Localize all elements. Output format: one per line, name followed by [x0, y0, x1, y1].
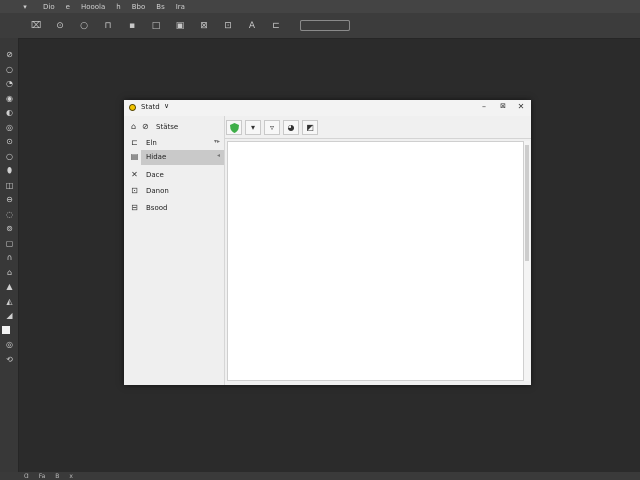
- brush-preset-icon[interactable]: ⌧: [30, 20, 42, 32]
- brush-icon[interactable]: ⊙: [0, 135, 19, 150]
- nav-item-selected[interactable]: ▤ Hidae ◂: [124, 150, 224, 165]
- workspace-button[interactable]: [300, 20, 350, 31]
- dialog-title: Statd: [141, 103, 160, 111]
- layers-icon[interactable]: ⊓: [102, 20, 114, 32]
- pen-icon[interactable]: ▢: [0, 237, 19, 252]
- funnel-button[interactable]: ▿: [264, 120, 280, 135]
- nav-item-label: Bsood: [146, 204, 168, 212]
- dialog-titlebar[interactable]: Statd ∨ – ⊠ ✕: [124, 100, 531, 116]
- chevron-left-icon: ◂: [216, 152, 220, 159]
- picture-icon: ▤: [130, 152, 139, 161]
- minimize-button[interactable]: –: [478, 102, 490, 111]
- document-icon: ⊡: [131, 186, 138, 195]
- status-item: x: [69, 472, 73, 480]
- eraser-icon[interactable]: ⊙: [54, 20, 66, 32]
- status-item: Ɑ: [24, 472, 29, 480]
- menu-item[interactable]: Dio: [43, 3, 55, 11]
- gradient-icon[interactable]: ⊖: [0, 193, 19, 208]
- close-icon: ✕: [131, 170, 138, 179]
- export-button[interactable]: ◩: [302, 120, 318, 135]
- image-icon[interactable]: ▣: [174, 20, 186, 32]
- status-bar: Ɑ Fa B x: [0, 472, 640, 480]
- app-icon: [129, 104, 136, 111]
- nav-item-label: Eln: [146, 139, 157, 147]
- dialog-window: Statd ∨ – ⊠ ✕ ⌂ ⊘ Stätse ⊏ Eln ▾▸ ▤ Hida…: [124, 100, 531, 385]
- menu-item[interactable]: Bs: [156, 3, 164, 11]
- scrollbar-thumb[interactable]: [525, 145, 529, 261]
- vertical-scrollbar[interactable]: [524, 141, 530, 381]
- move-icon[interactable]: ⊘: [0, 48, 19, 63]
- content-area[interactable]: [227, 141, 524, 381]
- close-button[interactable]: ✕: [515, 102, 527, 111]
- status-item: Fa: [38, 472, 46, 480]
- stamp-icon[interactable]: ○: [0, 150, 19, 165]
- menu-item[interactable]: Hooola: [81, 3, 105, 11]
- menu-item[interactable]: Bbo: [132, 3, 146, 11]
- options-bar: ⌧ ⊙ ○ ⊓ ▪ □ ▣ ⊠ ⊡ A ⊏: [0, 13, 640, 39]
- filter-icon: ▾: [250, 123, 255, 132]
- main-pane: ▾ ▿ ◕ ◩: [225, 116, 531, 385]
- gallery-icon[interactable]: ⊡: [222, 20, 234, 32]
- sort-arrows-icon[interactable]: ▾▸: [214, 138, 220, 145]
- frame-icon[interactable]: □: [150, 20, 162, 32]
- funnel-icon: ▿: [269, 123, 274, 132]
- tools-panel: ⊘○◔◉◐◎⊙○⬮◫⊖◌⊚▢∩⌂▲◭◢■◎⟲: [0, 38, 19, 472]
- home-icon[interactable]: ⌂: [131, 122, 136, 131]
- nav-item[interactable]: ⊟ Bsood: [124, 201, 224, 216]
- chevron-down-icon[interactable]: ∨: [164, 102, 169, 110]
- navigation-pane: ⌂ ⊘ Stätse ⊏ Eln ▾▸ ▤ Hidae ◂ ✕ Dace ⊡ D…: [124, 116, 225, 385]
- export-icon: ◩: [306, 123, 314, 132]
- menu-item[interactable]: Ira: [176, 3, 185, 11]
- shield-icon: [229, 123, 239, 133]
- text-icon[interactable]: A: [246, 20, 258, 32]
- eraser-tool-icon[interactable]: ◫: [0, 179, 19, 194]
- crop-icon[interactable]: ⊠: [198, 20, 210, 32]
- align-icon[interactable]: ⊏: [270, 20, 282, 32]
- nav-item-label: Danon: [146, 187, 169, 195]
- lasso-icon[interactable]: ○: [0, 63, 19, 78]
- nav-header: ⌂ ⊘ Stätse: [124, 118, 224, 136]
- eye-button[interactable]: ◕: [283, 120, 299, 135]
- square-icon[interactable]: ▪: [126, 20, 138, 32]
- circle-icon[interactable]: ○: [78, 20, 90, 32]
- shield-button[interactable]: [226, 120, 242, 135]
- crop-tool-icon[interactable]: ◉: [0, 92, 19, 107]
- nav-item[interactable]: ✕ Dace: [124, 168, 224, 183]
- menu-item[interactable]: e: [66, 3, 70, 11]
- menu-item[interactable]: h: [116, 3, 120, 11]
- status-item: B: [55, 472, 60, 480]
- history-brush-icon[interactable]: ⬮: [0, 164, 19, 179]
- nav-item-label: Dace: [146, 171, 164, 179]
- nav-item[interactable]: ⊏ Eln ▾▸: [124, 136, 224, 151]
- nav-item[interactable]: ⊡ Danon: [124, 184, 224, 199]
- text-tool-icon[interactable]: ∩: [0, 251, 19, 266]
- hand-icon[interactable]: ◭: [0, 295, 19, 310]
- maximize-button[interactable]: ⊠: [497, 102, 509, 110]
- back-icon[interactable]: ⊘: [142, 122, 149, 131]
- nav-item-label: Hidae: [146, 153, 167, 161]
- dialog-toolbar: ▾ ▿ ◕ ◩: [225, 118, 531, 139]
- eye-icon: ◕: [287, 123, 295, 132]
- menu-bar: ▾ Dio e Hooola h Bbo Bs Ira: [0, 0, 640, 13]
- blur-icon[interactable]: ◌: [0, 208, 19, 223]
- drive-icon: ⊏: [131, 138, 138, 147]
- shape-icon[interactable]: ▲: [0, 280, 19, 295]
- menu-toggle-icon[interactable]: ▾: [18, 3, 32, 11]
- zoom-icon[interactable]: ◢: [0, 309, 19, 324]
- dodge-icon[interactable]: ⊚: [0, 222, 19, 237]
- box-icon: ⊟: [131, 203, 138, 212]
- healing-icon[interactable]: ◎: [0, 121, 19, 136]
- screen-mode-icon[interactable]: ⟲: [0, 353, 19, 368]
- path-select-icon[interactable]: ⌂: [0, 266, 19, 281]
- eyedropper-icon[interactable]: ◐: [0, 106, 19, 121]
- quick-mask-icon[interactable]: ◎: [0, 338, 19, 353]
- magic-wand-icon[interactable]: ◔: [0, 77, 19, 92]
- nav-header-label: Stätse: [156, 123, 179, 131]
- color-swatch-icon[interactable]: ■: [0, 324, 19, 339]
- filter-button[interactable]: ▾: [245, 120, 261, 135]
